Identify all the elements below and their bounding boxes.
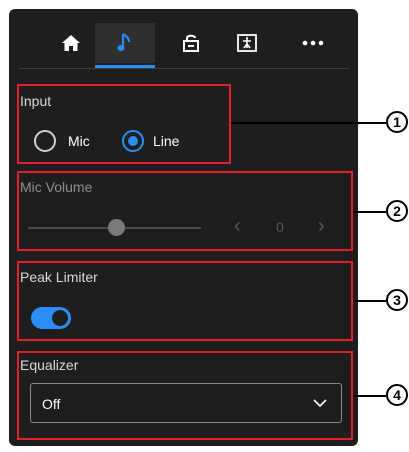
callout-number-1: 1 bbox=[386, 111, 408, 133]
callout-number-2: 2 bbox=[386, 200, 408, 222]
more-icon bbox=[302, 40, 324, 46]
callout-line-4 bbox=[353, 395, 386, 397]
home-icon bbox=[62, 35, 80, 51]
callout-line-2 bbox=[353, 211, 386, 213]
tab-more[interactable] bbox=[293, 23, 333, 63]
callout-line-1 bbox=[231, 122, 386, 124]
callout-box-mic-volume bbox=[17, 171, 353, 251]
callout-box-equalizer bbox=[17, 351, 353, 440]
callout-number-3: 3 bbox=[386, 289, 408, 311]
tab-divider bbox=[19, 68, 349, 69]
tab-home[interactable] bbox=[51, 23, 91, 63]
image-icon bbox=[237, 34, 257, 52]
callout-number-4: 4 bbox=[386, 384, 408, 406]
music-note-icon bbox=[117, 33, 131, 51]
tab-audio[interactable] bbox=[95, 23, 155, 63]
callout-box-peak-limiter bbox=[17, 261, 353, 341]
lock-icon bbox=[183, 34, 199, 52]
tab-image[interactable] bbox=[227, 23, 267, 63]
tab-bar bbox=[9, 9, 358, 69]
tab-lock[interactable] bbox=[171, 23, 211, 63]
callout-line-3 bbox=[353, 300, 386, 302]
callout-box-input bbox=[17, 84, 231, 164]
